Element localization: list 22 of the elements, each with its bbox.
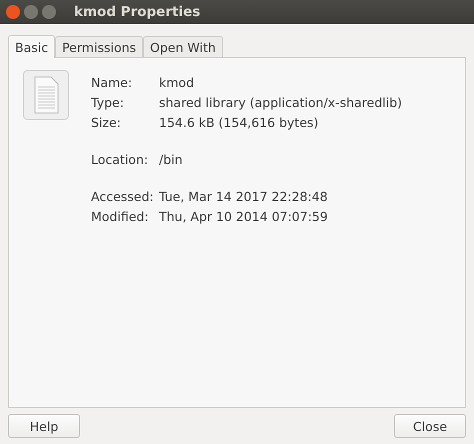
field-label: Modified: xyxy=(91,208,150,224)
field-label: Location: xyxy=(91,152,150,166)
close-icon[interactable] xyxy=(6,5,20,19)
field-label: Type: xyxy=(91,94,125,110)
tab[interactable]: Permissions xyxy=(55,36,144,57)
field-label: Size: xyxy=(91,114,122,130)
window-title: kmod Properties xyxy=(74,4,200,20)
minimize-icon[interactable] xyxy=(24,5,38,19)
field-value: 154.6 kB (154,616 bytes) xyxy=(159,114,318,130)
field-value: shared library (application/x-sharedlib) xyxy=(159,94,402,110)
help-button[interactable]: Help xyxy=(8,414,80,438)
close-button[interactable]: Close xyxy=(394,414,466,438)
field-value: /bin xyxy=(159,152,183,166)
field-value: kmod xyxy=(159,74,194,90)
document-icon xyxy=(23,70,69,120)
tab[interactable]: Basic xyxy=(8,35,56,58)
field-label: Accessed: xyxy=(91,188,155,204)
field-value: Tue, Mar 14 2017 22:28:48 xyxy=(159,188,328,204)
tab[interactable]: Open With xyxy=(143,36,223,57)
field-value: Thu, Apr 10 2014 07:07:59 xyxy=(159,208,328,224)
maximize-icon[interactable] xyxy=(42,5,56,19)
field-label: Name: xyxy=(91,74,134,90)
